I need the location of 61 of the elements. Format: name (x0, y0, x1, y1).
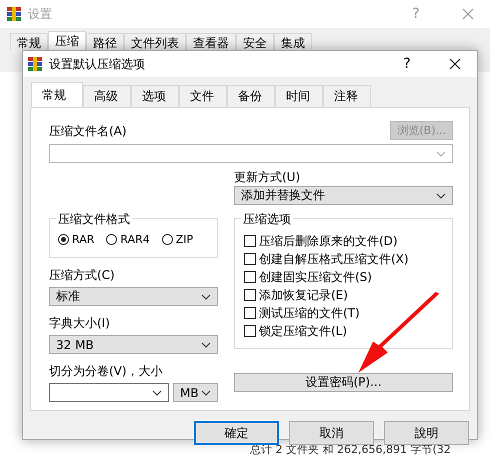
dialog-tab[interactable]: 注释 (323, 85, 371, 107)
checkbox-label: 锁定压缩文件(L) (259, 322, 348, 340)
chevron-down-icon (201, 390, 211, 396)
dialog-tab[interactable]: 备份 (227, 85, 275, 107)
window-title: 设置 (28, 6, 52, 22)
app-logo-icon (6, 6, 22, 22)
dialog-button[interactable]: 說明 (384, 421, 469, 445)
settings-tab[interactable]: 文件列表 (124, 33, 186, 50)
dictionary-size-label: 字典大小(I) (49, 315, 111, 332)
settings-tab[interactable]: 集成 (274, 33, 312, 50)
app-logo-icon (27, 56, 43, 72)
dialog-tab[interactable]: 文件 (179, 85, 227, 107)
dialog-tab[interactable]: 常规 (31, 82, 83, 107)
radio-label: ZIP (176, 233, 194, 246)
split-size-label: 切分为分卷(V)，大小 (49, 363, 164, 380)
checkbox[interactable] (244, 289, 256, 301)
help-button[interactable]: ? (397, 56, 417, 72)
settings-tab[interactable]: 安全 (236, 33, 274, 50)
split-size-field[interactable] (49, 383, 169, 402)
checkbox-label: 创建固实压缩文件(S) (259, 268, 372, 286)
dialog-title: 设置默认压缩选项 (49, 56, 145, 72)
compression-method-label: 压缩方式(C) (49, 267, 116, 284)
group-title: 压缩选项 (241, 211, 293, 228)
set-password-button[interactable]: 设置密码(P)... (234, 373, 453, 392)
close-icon[interactable] (449, 58, 461, 70)
dialog-tab[interactable]: 选项 (131, 85, 179, 107)
chevron-down-icon (152, 390, 162, 396)
dialog-tab[interactable]: 高级 (83, 85, 131, 107)
dialog-tab[interactable]: 时间 (275, 85, 323, 107)
checkbox-label: 创建自解压格式压缩文件(X) (259, 250, 409, 268)
group-title: 压缩文件格式 (56, 211, 132, 228)
chevron-down-icon (201, 294, 211, 300)
settings-tab[interactable]: 路径 (86, 33, 124, 50)
checkbox[interactable] (244, 253, 256, 265)
checkbox[interactable] (244, 235, 256, 247)
dialog-button[interactable]: 取消 (289, 421, 374, 445)
chevron-down-icon (436, 192, 446, 198)
radio-button[interactable] (58, 234, 69, 245)
chevron-down-icon (201, 342, 211, 348)
settings-tab[interactable]: 查看器 (186, 33, 236, 50)
checkbox[interactable] (244, 307, 256, 319)
radio-button[interactable] (162, 234, 173, 245)
dialog-button[interactable]: 確定 (194, 421, 279, 445)
radio-label: RAR4 (120, 233, 150, 246)
settings-tab[interactable]: 压缩 (48, 31, 86, 50)
compression-method-dropdown[interactable]: 标准 (49, 287, 218, 306)
settings-tab[interactable]: 常规 (10, 33, 48, 50)
checkbox[interactable] (244, 325, 256, 337)
archive-name-label: 压缩文件名(A) (49, 123, 127, 140)
radio-button[interactable] (106, 234, 118, 245)
archive-name-field[interactable] (49, 144, 453, 163)
dictionary-size-dropdown[interactable]: 32 MB (49, 335, 218, 354)
chevron-down-icon (436, 150, 446, 156)
radio-label: RAR (72, 233, 94, 246)
update-mode-dropdown[interactable]: 添加并替换文件 (234, 186, 453, 205)
checkbox-label: 添加恢复记录(E) (259, 286, 348, 304)
unit-dropdown[interactable]: MB (173, 383, 218, 402)
checkbox-label: 压缩后删除原来的文件(D) (259, 232, 398, 250)
update-mode-label: 更新方式(U) (234, 169, 302, 186)
checkbox-label: 测试压缩的文件(T) (259, 304, 360, 322)
checkbox[interactable] (244, 271, 256, 283)
